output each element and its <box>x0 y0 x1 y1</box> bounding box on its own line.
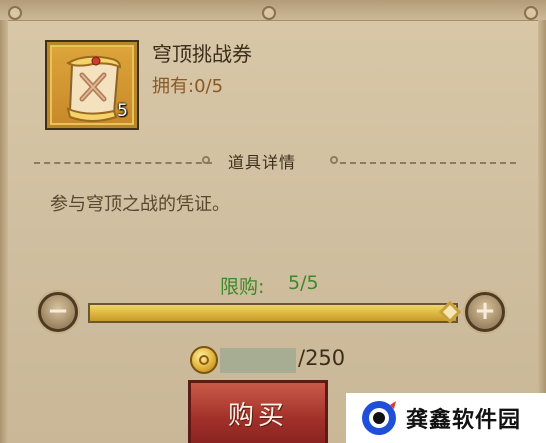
item-name: 穹顶挑战券 <box>152 42 252 66</box>
purchase-dialog: 5 穹顶挑战券 拥有:0/5 道具详情 参与穹顶之战的凭证。 限购: 5/5 −… <box>0 0 546 443</box>
divider-line-right <box>340 162 516 165</box>
divider-line-left <box>34 162 212 165</box>
corner-ornament <box>8 6 22 20</box>
plus-icon: + <box>474 296 496 326</box>
minus-icon: − <box>47 296 69 326</box>
item-icon-frame: 5 <box>45 40 139 130</box>
dialog-right-border <box>538 20 546 443</box>
details-title: 道具详情 <box>228 153 297 172</box>
divider-ornament <box>202 156 210 164</box>
item-count: 5 <box>117 101 128 121</box>
buy-button[interactable]: 购买 <box>188 380 328 443</box>
item-description: 参与穹顶之战的凭证。 <box>50 194 230 215</box>
purchase-limit-value: 5/5 <box>288 272 319 294</box>
decrease-quantity-button[interactable]: − <box>38 292 78 332</box>
dialog-left-border <box>0 20 8 443</box>
purchase-limit-label: 限购: <box>220 276 265 298</box>
item-icon-slot: 5 <box>50 45 134 125</box>
coin-icon <box>190 346 218 374</box>
increase-quantity-button[interactable]: + <box>465 292 505 332</box>
buy-button-label: 购买 <box>227 401 288 431</box>
quantity-slider[interactable] <box>88 303 458 323</box>
item-owned-count: 拥有:0/5 <box>152 76 224 97</box>
quantity-slider-fill <box>90 305 456 321</box>
watermark-text: 龚鑫软件园 <box>406 408 522 433</box>
divider-ornament <box>330 156 338 164</box>
top-ornament <box>262 6 276 20</box>
cost-total: /250 <box>298 346 346 370</box>
corner-ornament <box>524 6 538 20</box>
watermark: 龚鑫软件园 <box>346 393 546 443</box>
dialog-top-border <box>0 0 546 21</box>
watermark-logo-icon <box>362 401 396 435</box>
cost-amount-redacted <box>220 348 296 373</box>
